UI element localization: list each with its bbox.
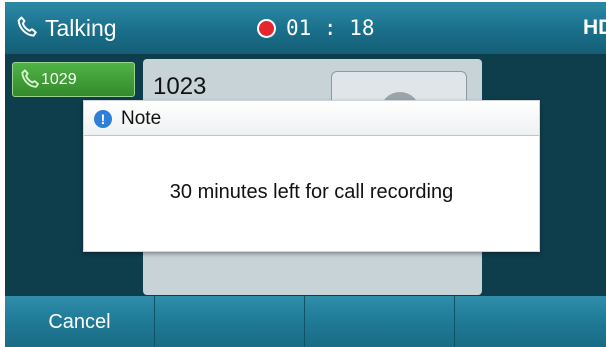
recording-dot-icon	[259, 21, 274, 36]
phone-icon	[21, 69, 39, 88]
dialog-title: Note	[121, 108, 162, 129]
call-state-title: Talking	[45, 15, 117, 41]
note-dialog: ! Note 30 minutes left for call recordin…	[83, 100, 540, 252]
cancel-softkey[interactable]: Cancel	[5, 296, 155, 347]
hd-indicator: HD	[583, 16, 606, 39]
call-timer: 01 : 18	[286, 16, 375, 40]
dialog-message: 30 minutes left for call recording	[169, 181, 454, 203]
dialog-header: ! Note	[84, 101, 539, 136]
status-bar: Talking 01 : 18 HD	[5, 2, 606, 54]
line-key-label: 1029	[41, 71, 77, 88]
softkey-2[interactable]	[155, 296, 305, 347]
phone-screen: Talking 01 : 18 HD 1029 1023 ! Note 30 m…	[5, 2, 606, 347]
line-key-1029[interactable]: 1029	[12, 62, 135, 97]
softkey-4[interactable]	[455, 296, 606, 347]
phone-icon	[17, 16, 37, 37]
softkey-3[interactable]	[305, 296, 455, 347]
remote-number: 1023	[153, 73, 207, 100]
softkey-bar: Cancel	[5, 296, 606, 347]
info-icon: !	[94, 110, 112, 128]
